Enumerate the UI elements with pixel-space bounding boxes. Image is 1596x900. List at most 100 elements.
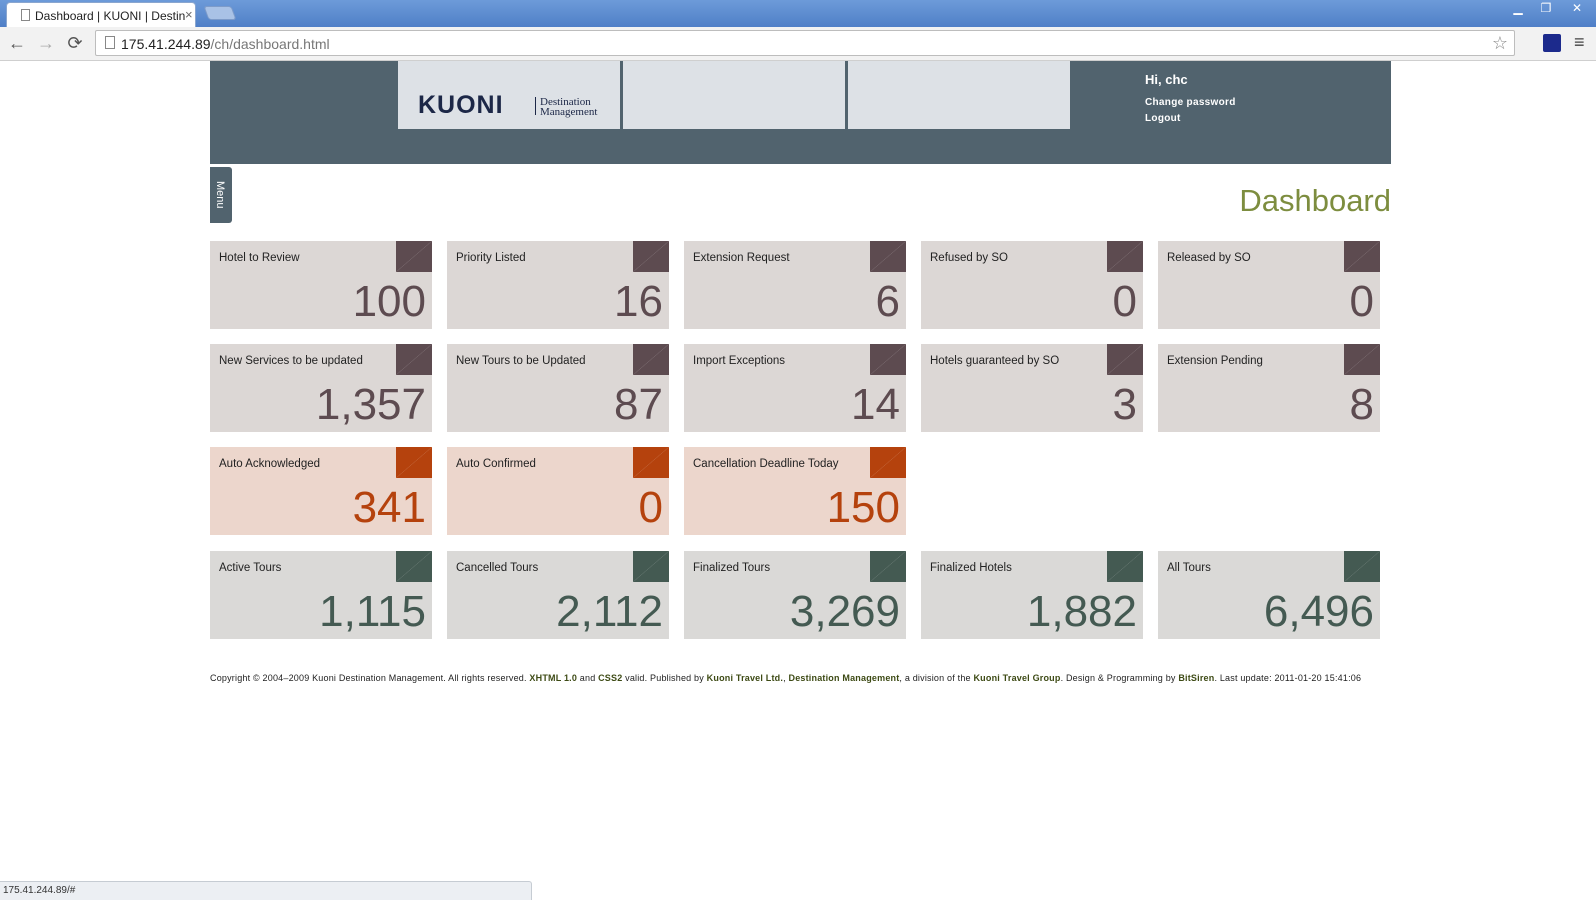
tile-new-services[interactable]: New Services to be updated 1,357	[210, 344, 432, 432]
fold-corner	[870, 344, 906, 375]
status-url: 175.41.244.89/#	[3, 885, 76, 896]
logout-link[interactable]: Logout	[1145, 113, 1181, 124]
fold-corner	[1107, 241, 1143, 272]
tile-refused-by-so[interactable]: Refused by SO 0	[921, 241, 1143, 329]
url-path: /ch/dashboard.html	[210, 36, 330, 52]
tile-extension-request[interactable]: Extension Request 6	[684, 241, 906, 329]
fold-corner	[633, 241, 669, 272]
kuoni-logo[interactable]: KUONI Destination Management	[398, 61, 620, 129]
tile-all-tours[interactable]: All Tours 6,496	[1158, 551, 1380, 639]
minimize-icon[interactable]: ▁	[1505, 0, 1531, 18]
browser-titlebar: Dashboard | KUONI | Destinati × ▁ ❐ ✕	[0, 0, 1596, 27]
tile-hotels-guaranteed[interactable]: Hotels guaranteed by SO 3	[921, 344, 1143, 432]
tile-count: 8	[1349, 380, 1374, 429]
fold-corner	[870, 447, 906, 478]
tile-count: 3,269	[789, 587, 900, 636]
page-title: Dashboard	[1239, 183, 1391, 218]
tile-label: Extension Request	[693, 252, 790, 264]
tile-count: 0	[1112, 277, 1137, 326]
tile-count: 14	[851, 380, 900, 429]
tile-count: 100	[352, 277, 426, 326]
tile-label: Cancelled Tours	[456, 562, 539, 574]
browser-menu-icon[interactable]: ≡	[1574, 32, 1585, 53]
tile-active-tours[interactable]: Active Tours 1,115	[210, 551, 432, 639]
tile-auto-confirmed[interactable]: Auto Confirmed 0	[447, 447, 669, 535]
fold-corner	[1107, 551, 1143, 582]
tab-title: Dashboard | KUONI | Destinati	[35, 9, 185, 23]
page-icon	[105, 36, 115, 49]
address-bar[interactable]: 175.41.244.89/ch/dashboard.html ☆	[95, 30, 1515, 56]
tile-label: Finalized Tours	[693, 562, 771, 574]
fold-corner	[396, 551, 432, 582]
new-tab-button[interactable]	[203, 6, 237, 20]
tab-close-icon[interactable]: ×	[185, 7, 193, 22]
tile-cancelled-tours[interactable]: Cancelled Tours 2,112	[447, 551, 669, 639]
tile-count: 1,115	[319, 587, 426, 636]
tile-released-by-so[interactable]: Released by SO 0	[1158, 241, 1380, 329]
tile-count: 3	[1112, 380, 1137, 429]
tile-finalized-tours[interactable]: Finalized Tours 3,269	[684, 551, 906, 639]
extension-icon[interactable]	[1543, 34, 1561, 52]
tile-count: 16	[614, 277, 663, 326]
reload-icon[interactable]: ⟳	[64, 33, 86, 54]
header-panel	[623, 61, 845, 129]
footer-text: , a division of the	[899, 673, 974, 683]
xhtml-link[interactable]: XHTML 1.0	[529, 673, 577, 683]
tile-new-tours[interactable]: New Tours to be Updated 87	[447, 344, 669, 432]
kuoni-group-link[interactable]: Kuoni Travel Group	[973, 673, 1060, 683]
forward-icon[interactable]: →	[35, 33, 57, 54]
tile-count: 0	[638, 483, 663, 532]
tile-cancellation-deadline[interactable]: Cancellation Deadline Today 150	[684, 447, 906, 535]
fold-corner	[396, 344, 432, 375]
url-text: 175.41.244.89/ch/dashboard.html	[121, 36, 330, 52]
tile-count: 341	[352, 483, 426, 532]
site-header: KUONI Destination Management Hi, chc Chan…	[210, 61, 1391, 164]
destination-management-link[interactable]: Destination Management	[789, 673, 900, 683]
page-icon	[21, 9, 30, 21]
fold-corner	[1344, 241, 1380, 272]
fold-corner	[1107, 344, 1143, 375]
footer-text: and	[577, 673, 599, 683]
tile-hotel-to-review[interactable]: Hotel to Review 100	[210, 241, 432, 329]
fold-corner	[870, 551, 906, 582]
fold-corner	[1344, 551, 1380, 582]
browser-status-bar: 175.41.244.89/#	[0, 881, 532, 900]
tile-label: Auto Acknowledged	[219, 458, 321, 470]
bookmark-star-icon[interactable]: ☆	[1492, 33, 1508, 54]
bitsiren-link[interactable]: BitSiren	[1178, 673, 1214, 683]
menu-label: Menu	[214, 181, 226, 209]
fold-corner	[396, 241, 432, 272]
tile-extension-pending[interactable]: Extension Pending 8	[1158, 344, 1380, 432]
kuoni-travel-link[interactable]: Kuoni Travel Ltd.	[707, 673, 783, 683]
change-password-link[interactable]: Change password	[1145, 97, 1236, 108]
tile-finalized-hotels[interactable]: Finalized Hotels 1,882	[921, 551, 1143, 639]
footer-text: valid. Published by	[622, 673, 707, 683]
close-window-icon[interactable]: ✕	[1564, 0, 1590, 18]
header-panel	[848, 61, 1070, 129]
fold-corner	[396, 447, 432, 478]
tile-label: Priority Listed	[456, 252, 526, 264]
tile-count: 1,882	[1026, 587, 1137, 636]
tile-priority-listed[interactable]: Priority Listed 16	[447, 241, 669, 329]
tile-count: 0	[1349, 277, 1374, 326]
tile-count: 1,357	[315, 380, 426, 429]
tile-count: 6,496	[1263, 587, 1374, 636]
tile-auto-acknowledged[interactable]: Auto Acknowledged 341	[210, 447, 432, 535]
tile-label: New Tours to be Updated	[456, 355, 586, 367]
footer-text: . Design & Programming by	[1060, 673, 1179, 683]
tile-label: Hotel to Review	[219, 252, 300, 264]
back-icon[interactable]: ←	[6, 33, 28, 54]
tile-count: 150	[826, 483, 900, 532]
tile-import-exceptions[interactable]: Import Exceptions 14	[684, 344, 906, 432]
tile-label: Cancellation Deadline Today	[693, 458, 839, 470]
footer-text: Copyright © 2004–2009 Kuoni Destination …	[210, 673, 530, 683]
css-link[interactable]: CSS2	[598, 673, 622, 683]
menu-toggle-button[interactable]: Menu	[210, 167, 232, 223]
tile-label: New Services to be updated	[219, 355, 363, 367]
tile-label: Refused by SO	[930, 252, 1008, 264]
browser-tab[interactable]: Dashboard | KUONI | Destinati ×	[6, 2, 196, 27]
restore-icon[interactable]: ❐	[1533, 0, 1559, 18]
tile-label: Released by SO	[1167, 252, 1251, 264]
fold-corner	[870, 241, 906, 272]
footer-text: . Last update: 2011-01-20 15:41:06	[1214, 673, 1362, 683]
